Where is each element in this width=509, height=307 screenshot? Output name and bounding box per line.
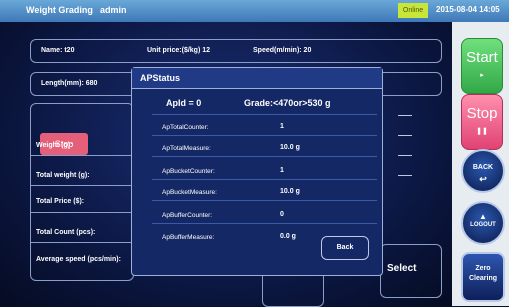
ap-buffer-measure-label: ApBufferMeasure: (162, 234, 215, 241)
title-bar: Weight Grading admin Online 2015-08-04 1… (0, 0, 509, 22)
user-name: admin (100, 5, 127, 15)
ap-buffer-counter-value: 0 (280, 211, 284, 218)
divider (30, 185, 132, 186)
zero-clearing-label: Zero Clearing (468, 265, 497, 282)
dialog-divider (152, 200, 377, 201)
stop-label: Stop (466, 105, 498, 122)
logout-label: LOGOUT (470, 222, 496, 228)
weight-label: Weight (g): (36, 142, 73, 149)
app-title: Weight Grading (26, 5, 93, 15)
average-speed-label: Average speed (pcs/min): (36, 256, 121, 263)
ap-total-measure-label: ApTotalMeasure: (162, 145, 211, 152)
value-dash (398, 155, 412, 156)
start-label: Start (466, 49, 498, 66)
values-panel (381, 103, 441, 238)
dialog-header: APStatus (132, 68, 382, 89)
logout-button[interactable]: ▲ LOGOUT (461, 201, 505, 245)
apstatus-dialog: APStatus ApId = 0 Grade:<470or>530 g ApT… (131, 67, 383, 276)
ap-total-counter-value: 1 (280, 123, 284, 130)
select-button[interactable]: Select (380, 244, 442, 298)
zero-clearing-button[interactable]: Zero Clearing (461, 252, 505, 302)
speed: Speed(m/min): 20 (253, 47, 312, 54)
back-arrow-icon: ↩ (479, 174, 487, 184)
ap-total-measure-value: 10.0 g (280, 144, 300, 151)
dialog-back-button[interactable]: Back (321, 236, 369, 260)
datetime: 2015-08-04 14:05 (436, 5, 500, 14)
info-bar: Name: t20 Unit price:($/kg) 12 Speed(m/m… (30, 39, 442, 63)
dialog-divider (152, 135, 377, 136)
pause-icon: ❚❚ (476, 128, 488, 135)
apid: ApId = 0 (166, 98, 202, 108)
ap-buffer-counter-label: ApBufferCounter: (162, 212, 213, 219)
dialog-divider (152, 179, 377, 180)
dialog-title: APStatus (140, 73, 181, 83)
dialog-divider (152, 156, 377, 157)
ap-buffer-measure-value: 0.0 g (280, 233, 296, 240)
total-price-label: Total Price ($): (36, 198, 85, 205)
select-label: Select (387, 263, 417, 274)
ap-bucket-counter-value: 1 (280, 167, 284, 174)
back-label: BACK (472, 164, 494, 171)
total-count-label: Total Count (pcs): (36, 229, 96, 236)
dialog-divider (152, 114, 377, 115)
logout-arrow-icon: ▲ (479, 212, 487, 221)
product-name: Name: t20 (41, 47, 75, 54)
ap-bucket-measure-label: ApBucketMeasure: (162, 189, 217, 196)
play-icon: ▸ (480, 72, 484, 79)
divider (30, 212, 132, 213)
grade: Grade:<470or>530 g (244, 98, 331, 108)
ap-bucket-counter-label: ApBucketCounter: (162, 168, 215, 175)
value-dash (398, 115, 412, 116)
status-badge: Online (398, 3, 428, 18)
length: Length(mm): 680 (41, 80, 98, 87)
start-button[interactable]: Start ▸ (461, 38, 503, 94)
unit-price: Unit price:($/kg) 12 (147, 47, 211, 54)
divider (30, 242, 132, 243)
divider (30, 155, 132, 156)
value-dash (398, 175, 412, 176)
back-button[interactable]: BACK ↩ (461, 149, 505, 193)
stop-side-button[interactable]: Stop ❚❚ (461, 94, 503, 150)
total-weight-label: Total weight (g): (36, 172, 90, 179)
ap-total-counter-label: ApTotalCounter: (162, 124, 209, 131)
dialog-divider (152, 223, 377, 224)
value-dash (398, 135, 412, 136)
ap-bucket-measure-value: 10.0 g (280, 188, 300, 195)
stats-panel (30, 103, 134, 281)
